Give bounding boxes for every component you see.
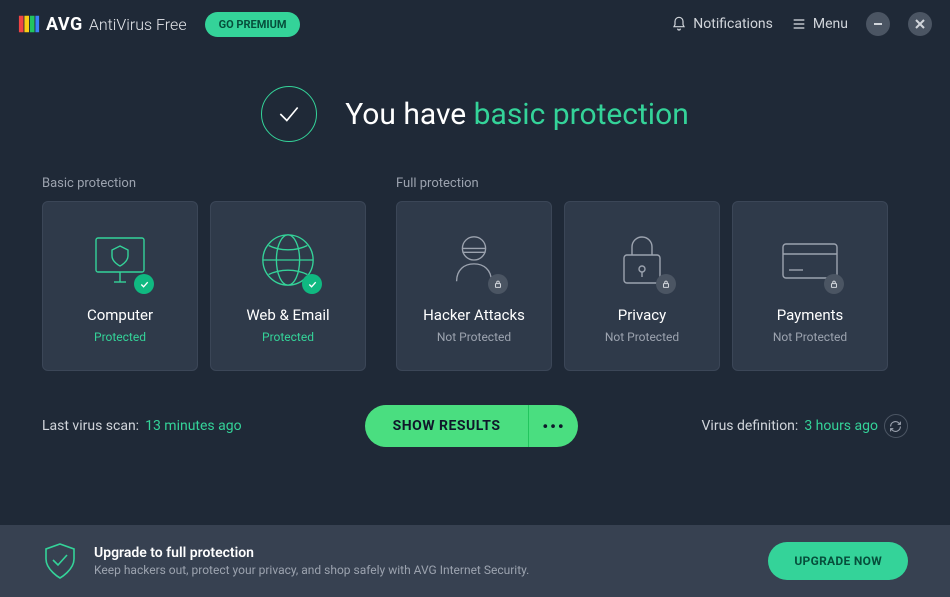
card-payments[interactable]: Payments Not Protected: [732, 201, 888, 371]
hamburger-icon: [791, 16, 807, 32]
refresh-icon: [889, 420, 902, 433]
close-button[interactable]: [908, 12, 932, 36]
hacker-icon: [442, 228, 506, 292]
upgrade-title: Upgrade to full protection: [94, 545, 752, 561]
lock-badge-icon: [488, 274, 508, 294]
status-title: You have basic protection: [345, 97, 689, 132]
basic-section-label: Basic protection: [42, 176, 366, 191]
logo-product: AntiVirus Free: [89, 15, 187, 34]
upgrade-now-button[interactable]: UPGRADE NOW: [768, 542, 908, 580]
notifications-label: Notifications: [693, 16, 773, 32]
credit-card-icon: [778, 228, 842, 292]
card-web-email[interactable]: Web & Email Protected: [210, 201, 366, 371]
card-computer[interactable]: Computer Protected: [42, 201, 198, 371]
notifications-button[interactable]: Notifications: [671, 16, 773, 32]
top-header: AVG AntiVirus Free GO PREMIUM Notificati…: [0, 0, 950, 48]
card-hacker-title: Hacker Attacks: [423, 306, 525, 324]
card-computer-status: Protected: [94, 330, 146, 344]
check-badge-icon: [302, 274, 322, 294]
logo-brand: AVG: [46, 14, 83, 35]
upgrade-description: Keep hackers out, protect your privacy, …: [94, 563, 752, 577]
status-hero: You have basic protection: [0, 48, 950, 176]
close-icon: [915, 19, 925, 29]
menu-button[interactable]: Menu: [791, 16, 848, 32]
card-computer-title: Computer: [87, 306, 153, 324]
menu-label: Menu: [813, 16, 848, 32]
card-privacy-title: Privacy: [618, 306, 666, 324]
upgrade-banner: Upgrade to full protection Keep hackers …: [0, 525, 950, 597]
full-protection-section: Full protection Hacker Attacks Not Prote…: [396, 176, 888, 371]
full-section-label: Full protection: [396, 176, 888, 191]
lock-badge-icon: [824, 274, 844, 294]
avg-logo-icon: [18, 13, 40, 35]
go-premium-button[interactable]: GO PREMIUM: [205, 12, 301, 37]
card-web-email-status: Protected: [262, 330, 314, 344]
card-web-email-title: Web & Email: [246, 306, 329, 324]
bell-icon: [671, 16, 687, 32]
check-icon: [276, 101, 302, 127]
computer-icon: [88, 228, 152, 292]
globe-icon: [256, 228, 320, 292]
shield-check-icon: [42, 541, 78, 581]
privacy-lock-icon: [610, 228, 674, 292]
card-hacker-attacks[interactable]: Hacker Attacks Not Protected: [396, 201, 552, 371]
minimize-icon: [873, 19, 883, 29]
definition-value: 3 hours ago: [804, 418, 878, 434]
footer-row: Last virus scan: 13 minutes ago SHOW RES…: [0, 371, 950, 473]
last-scan-info: Last virus scan: 13 minutes ago: [42, 418, 242, 434]
check-badge-icon: [134, 274, 154, 294]
app-logo: AVG AntiVirus Free: [18, 13, 187, 35]
status-check-ring: [261, 86, 317, 142]
lock-badge-icon: [656, 274, 676, 294]
last-scan-label: Last virus scan:: [42, 418, 139, 434]
last-scan-value: 13 minutes ago: [145, 418, 242, 434]
refresh-definitions-button[interactable]: [884, 414, 908, 438]
basic-protection-section: Basic protection Computer Protected: [42, 176, 366, 371]
show-results-button[interactable]: SHOW RESULTS: [365, 405, 529, 447]
card-hacker-status: Not Protected: [437, 330, 511, 344]
more-options-button[interactable]: •••: [528, 405, 578, 447]
results-button-group: SHOW RESULTS •••: [365, 405, 579, 447]
virus-definition-info: Virus definition: 3 hours ago: [702, 414, 908, 438]
minimize-button[interactable]: [866, 12, 890, 36]
definition-label: Virus definition:: [702, 418, 799, 434]
card-privacy-status: Not Protected: [605, 330, 679, 344]
status-highlight: basic protection: [474, 97, 689, 132]
card-privacy[interactable]: Privacy Not Protected: [564, 201, 720, 371]
card-payments-title: Payments: [777, 306, 844, 324]
card-payments-status: Not Protected: [773, 330, 847, 344]
protection-sections: Basic protection Computer Protected: [0, 176, 950, 371]
status-prefix: You have: [345, 97, 473, 132]
